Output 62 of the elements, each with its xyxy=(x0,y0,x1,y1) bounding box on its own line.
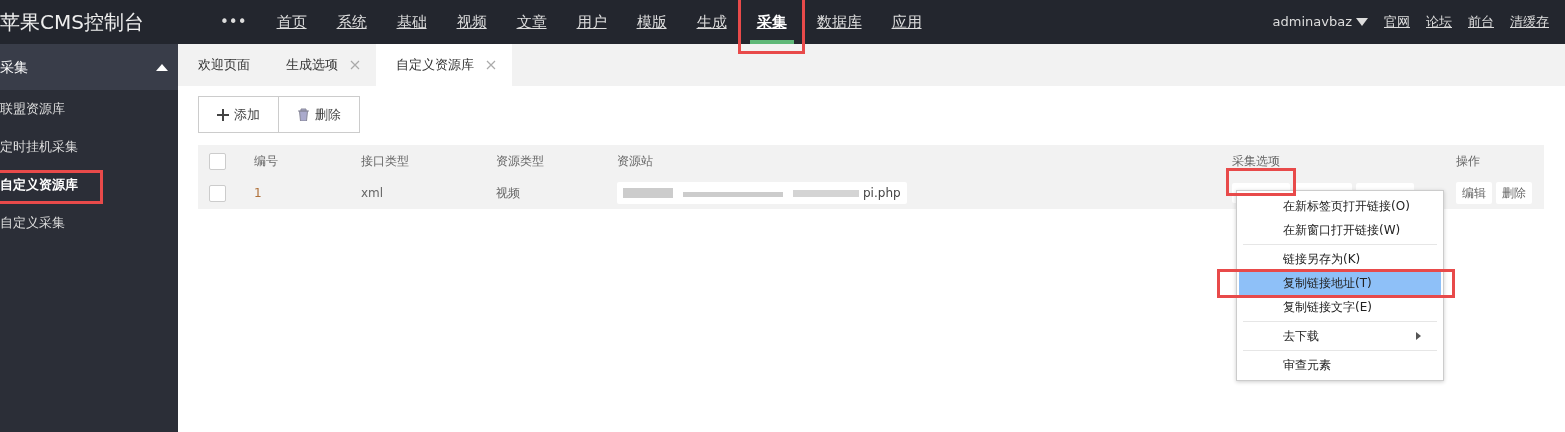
tab-label: 自定义资源库 xyxy=(396,56,474,75)
menu-item[interactable]: 去下载 xyxy=(1239,324,1441,348)
sidebar-item[interactable]: 联盟资源库 xyxy=(0,90,178,128)
nav-item[interactable]: 采集 xyxy=(741,0,802,44)
checkbox[interactable] xyxy=(209,184,226,202)
plus-icon xyxy=(217,108,229,121)
nav-item[interactable]: 模版 xyxy=(621,0,682,44)
trash-icon xyxy=(297,108,310,121)
action-button[interactable]: 删除 xyxy=(1496,182,1532,204)
nav-item[interactable]: 系统 xyxy=(321,0,382,44)
toolbar-button[interactable]: 删除 xyxy=(279,96,360,133)
nav-item[interactable]: 用户 xyxy=(561,0,622,44)
table-cell: xml xyxy=(361,186,384,200)
sidebar-title: 采集 xyxy=(0,57,28,77)
top-link[interactable]: 论坛 xyxy=(1418,12,1460,32)
table-cell: 1 xyxy=(254,186,262,200)
close-icon[interactable] xyxy=(350,60,360,70)
table-cell: 视频 xyxy=(496,186,520,200)
nav-item[interactable]: 数据库 xyxy=(801,0,877,44)
top-link[interactable]: 官网 xyxy=(1376,12,1418,32)
column-header: 资源站 xyxy=(617,154,653,168)
annotation-box xyxy=(738,0,805,54)
app-title: 苹果CMS控制台 xyxy=(0,9,145,36)
sidebar-item[interactable]: 自定义资源库 xyxy=(0,166,178,204)
sidebar-item[interactable]: 自定义采集 xyxy=(0,204,178,242)
submenu-arrow-icon xyxy=(1416,332,1421,340)
tab[interactable]: 生成选项 xyxy=(266,44,376,86)
nav-item[interactable]: 首页 xyxy=(261,0,322,44)
menu-item[interactable]: 在新标签页打开链接(O) xyxy=(1239,194,1441,218)
tab-label: 生成选项 xyxy=(286,56,338,75)
caret-icon xyxy=(1356,18,1368,26)
menu-item[interactable]: 链接另存为(K) xyxy=(1239,247,1441,271)
column-header: 采集选项 xyxy=(1232,154,1280,168)
menu-item[interactable]: 复制链接地址(T) xyxy=(1239,271,1441,295)
tab-label: 欢迎页面 xyxy=(198,56,250,75)
table-cell: pi.php xyxy=(617,182,907,204)
nav-item[interactable]: 文章 xyxy=(501,0,562,44)
nav-item[interactable]: 基础 xyxy=(381,0,442,44)
column-header: 资源类型 xyxy=(496,154,544,168)
caret-up-icon xyxy=(156,63,168,71)
menu-item[interactable]: 在新窗口打开链接(W) xyxy=(1239,218,1441,242)
toolbar-button[interactable]: 添加 xyxy=(198,96,279,133)
close-icon[interactable] xyxy=(486,60,496,70)
action-button[interactable]: 编辑 xyxy=(1456,182,1492,204)
nav-item[interactable]: 视频 xyxy=(441,0,502,44)
column-header: 编号 xyxy=(254,154,278,168)
user-menu[interactable]: adminavbaz xyxy=(1264,12,1376,32)
tab[interactable]: 自定义资源库 xyxy=(376,44,512,86)
sidebar-header[interactable]: 采集 xyxy=(0,44,178,90)
checkbox[interactable] xyxy=(209,152,226,170)
annotation-box xyxy=(1226,168,1296,196)
more-menu[interactable]: ••• xyxy=(205,0,262,44)
top-link[interactable]: 清缓存 xyxy=(1502,12,1557,32)
tab[interactable]: 欢迎页面 xyxy=(178,44,266,86)
top-link[interactable]: 前台 xyxy=(1460,12,1502,32)
column-header: 操作 xyxy=(1456,154,1480,168)
column-header: 接口类型 xyxy=(361,154,409,168)
menu-item[interactable]: 复制链接文字(E) xyxy=(1239,295,1441,319)
nav-item[interactable]: 生成 xyxy=(681,0,742,44)
nav-item[interactable]: 应用 xyxy=(876,0,937,44)
sidebar-item[interactable]: 定时挂机采集 xyxy=(0,128,178,166)
menu-item[interactable]: 审查元素 xyxy=(1239,353,1441,377)
